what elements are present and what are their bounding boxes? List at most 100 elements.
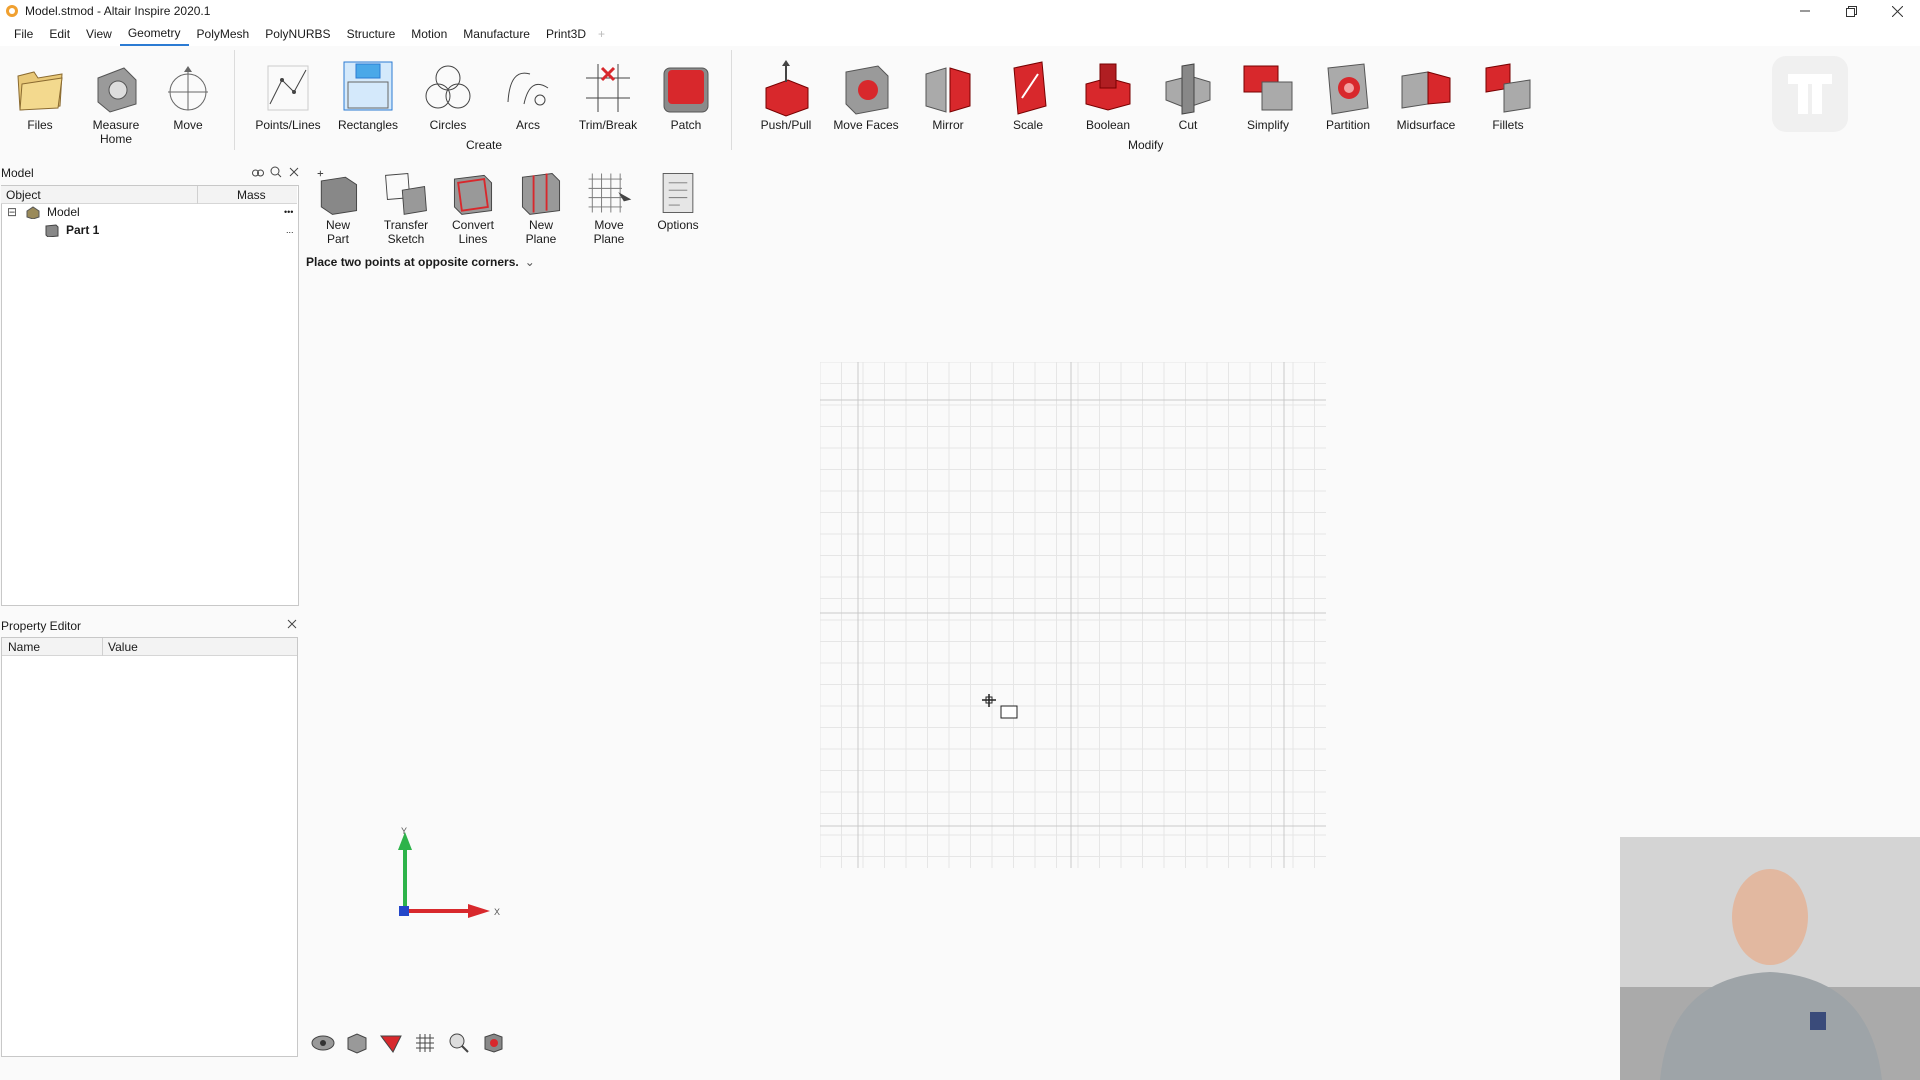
restore-button[interactable] [1828,0,1874,22]
move-tool[interactable]: Move [148,58,228,132]
property-editor-header: Name Value [2,638,297,656]
new-part-label-line2: Part [326,232,349,246]
grid-toggle-button[interactable] [412,1030,438,1056]
trim-break-tool[interactable]: Trim/Break [568,58,648,132]
minimize-button[interactable] [1782,0,1828,22]
boolean-label: Boolean [1085,118,1131,132]
circles-tool[interactable]: Circles [408,58,488,132]
geometry-ribbon: Files Measure Home Move Points/Lines Rec… [0,46,1920,156]
patch-icon [663,67,709,113]
midsurface-tool[interactable]: Midsurface [1386,58,1466,132]
options-tool[interactable]: Options [638,168,718,232]
circle-icon [425,65,471,109]
patch-label: Patch [670,118,702,132]
column-divider [197,186,198,204]
scale-icon [1013,61,1047,115]
zoom-button[interactable] [446,1030,472,1056]
tree-row-part[interactable]: Part 1 ... [0,221,294,239]
partition-tool[interactable]: Partition [1308,58,1388,132]
collapse-icon[interactable]: ⊟ [7,205,19,219]
rectangles-tool[interactable]: Rectangles [328,58,408,132]
push-pull-tool[interactable]: Push/Pull [746,58,826,132]
x-arrow-icon [468,904,490,918]
minimize-icon [1800,10,1810,12]
move-faces-tool[interactable]: Move Faces [826,58,906,132]
rectangle-cursor-icon [982,694,1018,719]
trim-break-label: Trim/Break [578,118,638,132]
y-axis-label: Y [401,826,407,836]
simplify-tool[interactable]: Simplify [1228,58,1308,132]
mirror-label: Mirror [932,118,964,132]
transfer-sketch-icon [385,172,427,215]
cut-label: Cut [1178,118,1198,132]
move-label: Move [173,118,203,132]
move-plane-tool[interactable]: Move Plane [569,168,649,246]
prompt-text: Place two points at opposite corners. [306,255,519,269]
webcam-overlay [1620,837,1920,1080]
close-icon [1891,5,1903,17]
push-pull-icon [765,60,809,117]
partition-label: Partition [1325,118,1371,132]
boolean-tool[interactable]: Boolean [1068,58,1148,132]
convert-lines-icon [453,174,493,215]
folder-icon [17,71,63,111]
mirror-tool[interactable]: Mirror [908,58,988,132]
options-icon [662,173,694,213]
boolean-icon [1085,63,1131,111]
name-column-header[interactable]: Name [8,640,40,654]
section-button[interactable] [378,1030,404,1056]
menu-view[interactable]: View [78,23,120,45]
rectangle-icon [343,61,393,111]
points-lines-label: Points/Lines [255,118,321,132]
arcs-tool[interactable]: Arcs [488,58,568,132]
altair-logo [1772,56,1848,132]
row-more-icon[interactable]: ... [286,225,294,235]
render-mode-button[interactable] [480,1030,506,1056]
measure-tool[interactable]: Measure Home [76,58,156,146]
points-lines-tool[interactable]: Points/Lines [248,58,328,132]
tree-label: Part 1 [66,223,100,237]
arcs-label: Arcs [516,118,540,132]
view-cube-button[interactable] [344,1030,370,1056]
files-tool[interactable]: Files [0,58,80,132]
menu-manufacture[interactable]: Manufacture [455,23,538,45]
menu-print3d[interactable]: Print3D [538,23,594,45]
fillets-icon [1485,63,1531,113]
binoculars-icon[interactable] [252,166,264,178]
mass-column-header[interactable]: Mass [237,188,266,202]
menu-edit[interactable]: Edit [41,23,78,45]
add-ribbon-icon[interactable]: + [594,27,605,41]
value-column-header[interactable]: Value [108,640,138,654]
move-faces-icon [845,65,889,115]
menu-polymesh[interactable]: PolyMesh [189,23,258,45]
menu-polynurbs[interactable]: PolyNURBS [257,23,338,45]
object-column-header[interactable]: Object [6,188,41,202]
property-editor-title: Property Editor [1,619,82,633]
midsurface-icon [1401,71,1451,109]
menu-geometry[interactable]: Geometry [119,22,189,46]
cut-icon [1165,63,1211,115]
cut-tool[interactable]: Cut [1148,58,1228,132]
chevron-down-icon[interactable]: ⌄ [525,255,535,269]
create-group-label: Create [466,138,503,152]
tree-label: Model [47,205,80,219]
scale-tool[interactable]: Scale [988,58,1068,132]
new-plane-label-line2: Plane [525,232,557,246]
search-icon[interactable] [270,166,282,178]
sketch-grid[interactable] [820,362,1326,868]
menu-motion[interactable]: Motion [403,23,455,45]
patch-tool[interactable]: Patch [646,58,726,132]
new-plane-icon [521,173,561,215]
menu-structure[interactable]: Structure [339,23,404,45]
render-mode-icon [484,1033,503,1053]
measure-icon [97,67,137,113]
tree-row-model[interactable]: ⊟ Model ••• [0,203,293,221]
move-icon [168,66,208,111]
orbit-button[interactable] [310,1030,336,1056]
close-icon[interactable] [286,618,298,630]
fillets-tool[interactable]: Fillets [1468,58,1548,132]
menu-file[interactable]: File [6,23,41,45]
row-more-icon[interactable]: ••• [284,207,293,217]
close-window-button[interactable] [1874,0,1920,22]
tool-prompt: Place two points at opposite corners. ⌄ [306,255,535,269]
